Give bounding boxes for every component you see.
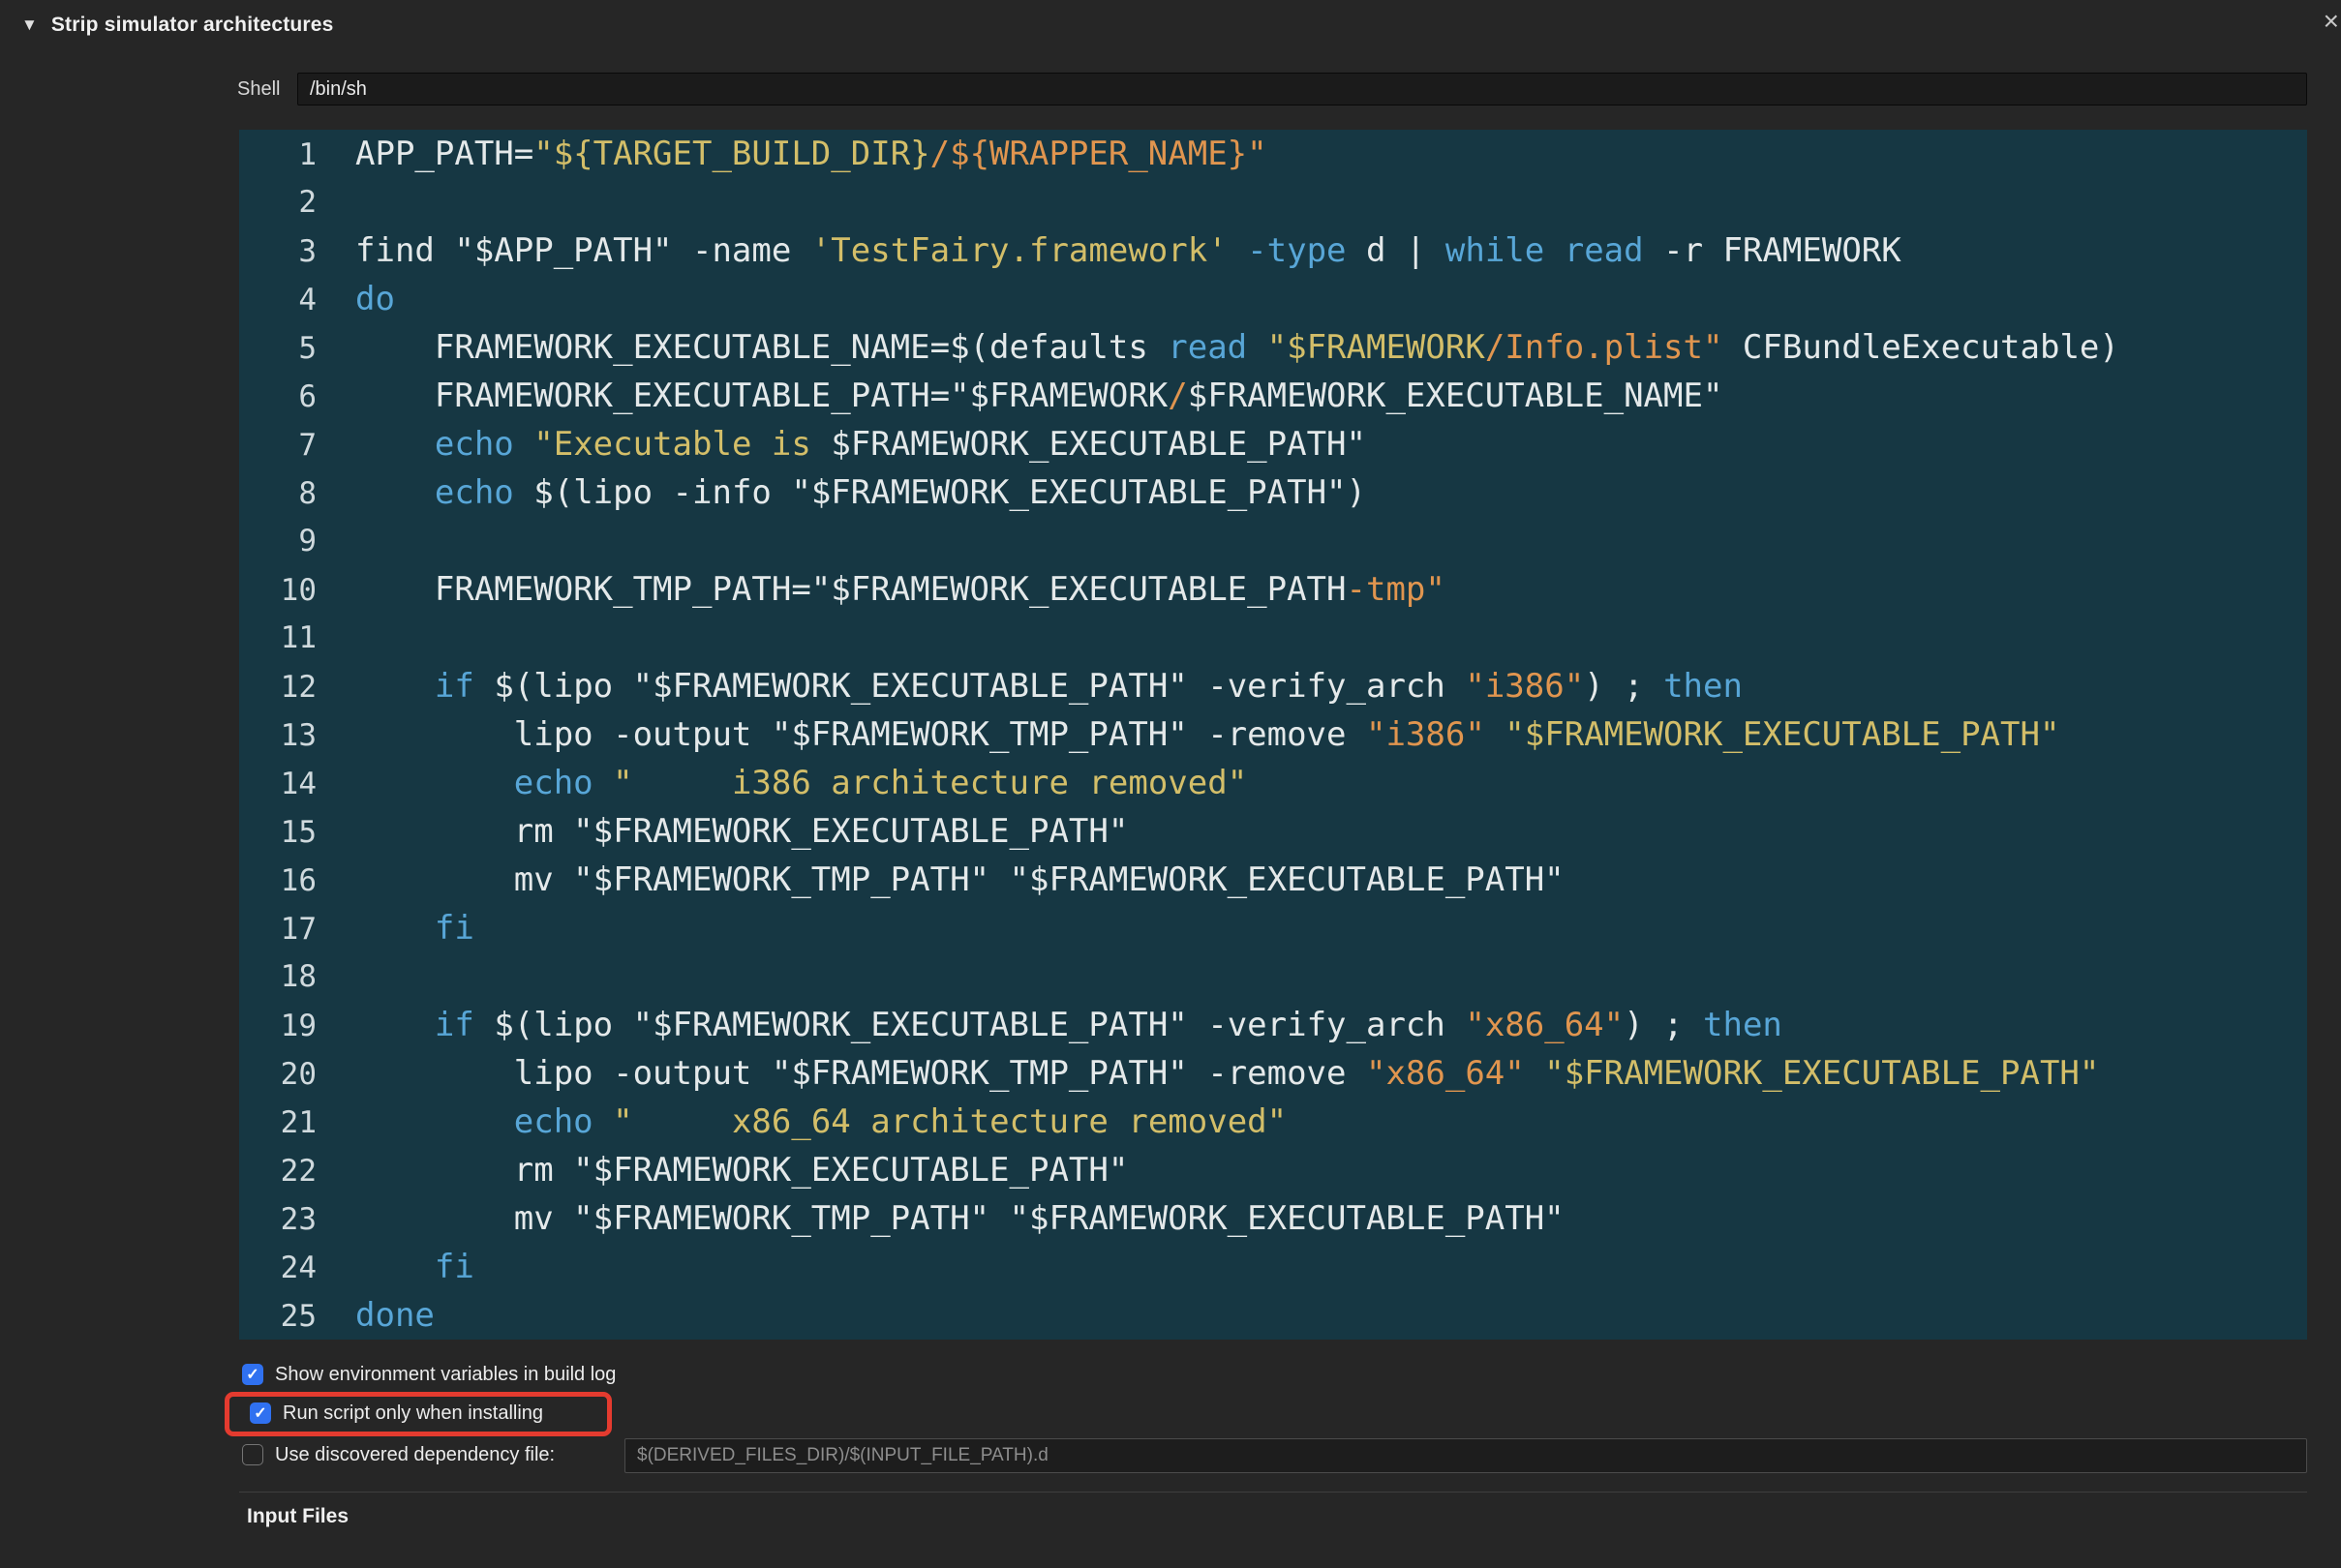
code-line: 6 FRAMEWORK_EXECUTABLE_PATH="$FRAMEWORK/…: [239, 372, 2307, 420]
code-text: echo " i386 architecture removed": [513, 764, 1248, 802]
code-text: echo $(lipo -info "$FRAMEWORK_EXECUTABLE…: [434, 473, 1366, 512]
code-line: 12 if $(lipo "$FRAMEWORK_EXECUTABLE_PATH…: [239, 662, 2307, 710]
code-line: 20 lipo -output "$FRAMEWORK_TMP_PATH" -r…: [239, 1049, 2307, 1098]
build-phase-header: ▼ Strip simulator architectures: [0, 0, 2341, 50]
dependency-file-input[interactable]: [624, 1438, 2307, 1473]
shell-input[interactable]: [297, 73, 2307, 106]
option-discovered-dependency-file[interactable]: Use discovered dependency file:: [242, 1440, 555, 1469]
run-install-label: Run script only when installing: [283, 1402, 544, 1424]
code-line: 8 echo $(lipo -info "$FRAMEWORK_EXECUTAB…: [239, 468, 2307, 517]
line-number: 3: [298, 234, 317, 269]
shell-row: Shell: [237, 70, 2307, 108]
code-line: 4 do: [239, 275, 2307, 323]
code-text: FRAMEWORK_EXECUTABLE_NAME=$(defaults rea…: [355, 328, 2119, 367]
code-line: 25 done: [239, 1291, 2307, 1340]
input-files-title: Input Files: [247, 1505, 349, 1527]
code-text: if $(lipo "$FRAMEWORK_EXECUTABLE_PATH" -…: [434, 1006, 1782, 1044]
code-line: 24 fi: [239, 1243, 2307, 1291]
code-line: 11: [239, 614, 2307, 662]
code-text: find "$APP_PATH" -name 'TestFairy.framew…: [355, 231, 1901, 270]
option-run-script-only-when-installing[interactable]: ✓ Run script only when installing: [250, 1399, 543, 1428]
code-text: mv "$FRAMEWORK_TMP_PATH" "$FRAMEWORK_EXE…: [355, 1199, 1565, 1238]
run-install-checkbox[interactable]: ✓: [250, 1402, 271, 1424]
code-text: lipo -output "$FRAMEWORK_TMP_PATH" -remo…: [355, 1054, 2100, 1093]
line-number: 13: [280, 718, 317, 753]
code-text: fi: [434, 1248, 474, 1286]
code-text: mv "$FRAMEWORK_TMP_PATH" "$FRAMEWORK_EXE…: [355, 860, 1565, 899]
code-line: 15 rm "$FRAMEWORK_EXECUTABLE_PATH": [239, 807, 2307, 856]
code-text: echo "Executable is $FRAMEWORK_EXECUTABL…: [434, 425, 1366, 464]
line-number: 2: [298, 185, 317, 220]
code-line: 10 FRAMEWORK_TMP_PATH="$FRAMEWORK_EXECUT…: [239, 565, 2307, 614]
line-number: 25: [280, 1299, 317, 1334]
code-line: 2: [239, 178, 2307, 226]
code-text: echo " x86_64 architecture removed": [513, 1102, 1288, 1141]
script-editor[interactable]: 1 APP_PATH="${TARGET_BUILD_DIR}/${WRAPPER…: [239, 130, 2307, 1340]
section-divider: [239, 1492, 2307, 1493]
shell-label: Shell: [237, 77, 281, 100]
code-text: fi: [434, 909, 474, 948]
code-line: 13 lipo -output "$FRAMEWORK_TMP_PATH" -r…: [239, 710, 2307, 759]
option-show-env-variables[interactable]: ✓ Show environment variables in build lo…: [242, 1360, 616, 1389]
line-number: 8: [298, 476, 317, 511]
line-number: 20: [280, 1057, 317, 1092]
line-number: 15: [280, 815, 317, 850]
line-number: 16: [280, 863, 317, 898]
line-number: 19: [280, 1009, 317, 1043]
line-number: 23: [280, 1202, 317, 1237]
code-text: lipo -output "$FRAMEWORK_TMP_PATH" -remo…: [355, 715, 2060, 754]
code-line: 17 fi: [239, 904, 2307, 952]
dependency-label: Use discovered dependency file:: [275, 1443, 556, 1465]
line-number: 11: [280, 620, 317, 655]
phase-title: Strip simulator architectures: [50, 14, 334, 36]
code-line: 19 if $(lipo "$FRAMEWORK_EXECUTABLE_PATH…: [239, 1001, 2307, 1049]
dependency-checkbox[interactable]: [242, 1444, 263, 1465]
code-text: rm "$FRAMEWORK_EXECUTABLE_PATH": [355, 1151, 1129, 1190]
line-number: 7: [298, 428, 317, 463]
code-line: 22 rm "$FRAMEWORK_EXECUTABLE_PATH": [239, 1146, 2307, 1194]
code-area[interactable]: 1 APP_PATH="${TARGET_BUILD_DIR}/${WRAPPER…: [239, 130, 2307, 1340]
code-line: 1 APP_PATH="${TARGET_BUILD_DIR}/${WRAPPER…: [239, 130, 2307, 178]
code-line: 7 echo "Executable is $FRAMEWORK_EXECUTA…: [239, 420, 2307, 468]
line-number: 1: [298, 137, 317, 172]
line-number: 10: [280, 573, 317, 608]
close-icon[interactable]: ×: [2324, 8, 2339, 35]
code-line: 21 echo " x86_64 architecture removed": [239, 1098, 2307, 1146]
code-line: 18: [239, 952, 2307, 1001]
show-env-label: Show environment variables in build log: [275, 1363, 617, 1385]
code-text: rm "$FRAMEWORK_EXECUTABLE_PATH": [355, 812, 1129, 851]
line-number: 12: [280, 670, 317, 705]
code-line: 9: [239, 517, 2307, 565]
show-env-checkbox[interactable]: ✓: [242, 1364, 263, 1385]
line-number: 5: [298, 331, 317, 366]
code-line: 23 mv "$FRAMEWORK_TMP_PATH" "$FRAMEWORK_…: [239, 1194, 2307, 1243]
code-line: 14 echo " i386 architecture removed": [239, 759, 2307, 807]
code-text: done: [355, 1296, 435, 1335]
code-text: FRAMEWORK_TMP_PATH="$FRAMEWORK_EXECUTABL…: [355, 570, 1445, 609]
line-number: 21: [280, 1105, 317, 1140]
line-number: 22: [280, 1154, 317, 1189]
line-number: 4: [298, 283, 317, 317]
line-number: 24: [280, 1251, 317, 1285]
code-text: APP_PATH="${TARGET_BUILD_DIR}/${WRAPPER_…: [355, 135, 1267, 173]
disclosure-triangle-icon[interactable]: ▼: [21, 15, 38, 35]
line-number: 6: [298, 379, 317, 414]
line-number: 9: [298, 524, 317, 558]
line-number: 14: [280, 767, 317, 801]
code-text: FRAMEWORK_EXECUTABLE_PATH="$FRAMEWORK/$F…: [355, 377, 1723, 415]
line-number: 18: [280, 959, 317, 994]
code-line: 5 FRAMEWORK_EXECUTABLE_NAME=$(defaults r…: [239, 323, 2307, 372]
code-line: 3 find "$APP_PATH" -name 'TestFairy.frame…: [239, 226, 2307, 275]
code-text: do: [355, 280, 395, 318]
line-number: 17: [280, 912, 317, 947]
code-text: if $(lipo "$FRAMEWORK_EXECUTABLE_PATH" -…: [434, 667, 1743, 706]
code-line: 16 mv "$FRAMEWORK_TMP_PATH" "$FRAMEWORK_…: [239, 856, 2307, 904]
